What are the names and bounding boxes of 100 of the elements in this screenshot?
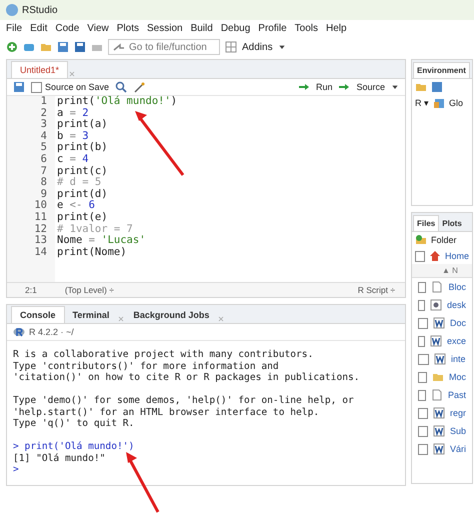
name-column-header[interactable]: ▲ N <box>412 264 472 278</box>
file-name[interactable]: Bloc <box>448 282 466 292</box>
code-line: # 1valor = 7 <box>57 224 134 235</box>
code-line: print(a) <box>57 119 109 131</box>
line-number: 5 <box>40 142 47 154</box>
line-number: 12 <box>33 224 47 235</box>
save-all-icon[interactable] <box>74 41 86 53</box>
file-checkbox[interactable] <box>418 318 428 328</box>
scope-selector[interactable]: (Top Level) ÷ <box>64 285 114 295</box>
menu-item[interactable]: Plots <box>116 23 139 34</box>
close-icon[interactable] <box>117 315 126 323</box>
file-name[interactable]: Moc <box>448 372 466 382</box>
files-tab[interactable]: Files <box>413 215 440 231</box>
command-text: > <box>13 464 20 476</box>
output-text: [1] "Olá mundo!" <box>13 452 106 464</box>
go-to-file-field[interactable]: Go to file/function <box>108 39 220 55</box>
home-icon <box>428 250 441 262</box>
home-link[interactable]: Home <box>444 251 469 261</box>
source-button[interactable]: Source <box>356 82 385 92</box>
file-checkbox[interactable] <box>418 408 428 418</box>
environment-tab[interactable]: Environment <box>413 62 470 78</box>
file-name[interactable]: Past <box>448 390 466 400</box>
menu-item[interactable]: Edit <box>30 23 48 34</box>
line-number: 9 <box>40 188 47 200</box>
save-icon[interactable] <box>13 81 25 93</box>
wand-icon[interactable] <box>133 81 146 93</box>
file-name[interactable]: inte <box>451 354 466 364</box>
r-logo-icon <box>13 326 25 338</box>
menu-item[interactable]: Build <box>190 23 213 34</box>
search-icon[interactable] <box>115 81 128 93</box>
grid-icon[interactable] <box>225 41 237 53</box>
menu-item[interactable]: Profile <box>258 23 287 34</box>
console-tab[interactable]: Terminal <box>64 307 118 323</box>
menu-item[interactable]: Help <box>326 23 347 34</box>
command-text: > print('Olá mundo!') <box>13 441 136 452</box>
addins-menu[interactable]: Addins <box>242 42 273 52</box>
file-name[interactable]: exce <box>446 336 466 346</box>
arrow-icon <box>338 81 350 93</box>
word-document-icon <box>432 317 445 329</box>
menu-item[interactable]: File <box>6 23 22 34</box>
source-on-save-checkbox[interactable] <box>31 82 42 92</box>
menu-item[interactable]: Session <box>147 23 183 34</box>
file-name[interactable]: regr <box>450 408 466 418</box>
file-type-selector[interactable]: R Script ÷ <box>358 285 395 295</box>
file-checkbox[interactable] <box>418 300 425 310</box>
cursor-position: 2:1 <box>25 285 37 295</box>
output-text: Type 'q()' to quit R. <box>13 418 136 430</box>
output-text: 'citation()' on how to cite R or R packages in publications. <box>13 372 361 384</box>
code-line: print('Olá mundo!') <box>57 96 178 108</box>
file-name[interactable]: desk <box>446 300 466 310</box>
line-number: 7 <box>40 166 47 177</box>
select-all-checkbox[interactable] <box>415 250 425 262</box>
window-title: RStudio <box>22 4 58 16</box>
annotation-arrow <box>135 111 184 176</box>
line-number: 8 <box>40 177 47 189</box>
close-icon[interactable] <box>68 70 76 78</box>
output-text: Type 'demo()' for some demos, 'help()' for on-line help, or <box>13 395 355 406</box>
word-document-icon <box>434 353 446 365</box>
code-line: a = 2 <box>57 108 90 119</box>
menu-item[interactable]: Code <box>55 23 80 34</box>
files-tab[interactable]: Plots <box>439 216 465 231</box>
run-button[interactable]: Run <box>316 82 332 92</box>
console-tab[interactable]: Background Jobs <box>125 307 218 323</box>
open-folder-icon[interactable] <box>415 81 427 93</box>
save-icon[interactable] <box>431 81 443 93</box>
new-folder-button[interactable]: Folder <box>431 235 457 245</box>
file-name[interactable]: Sub <box>450 426 466 436</box>
language-selector[interactable]: R ▾ <box>415 98 429 108</box>
file-checkbox[interactable] <box>418 444 428 454</box>
code-line: print(c) <box>57 166 109 177</box>
file-checkbox[interactable] <box>418 282 426 292</box>
caret-icon[interactable] <box>391 83 399 91</box>
file-name[interactable]: Doc <box>450 318 466 328</box>
word-document-icon <box>432 425 445 437</box>
close-icon[interactable] <box>217 315 226 323</box>
code-line: print(Nome) <box>57 246 128 258</box>
new-file-icon[interactable] <box>6 41 18 53</box>
cube-icon <box>433 97 445 109</box>
line-number: 13 <box>33 235 47 247</box>
menu-item[interactable]: Debug <box>220 23 250 34</box>
line-number: 1 <box>40 96 47 108</box>
caret-icon[interactable] <box>278 43 286 51</box>
save-icon[interactable] <box>57 41 69 53</box>
console-tab[interactable]: Console <box>11 306 65 323</box>
line-number: 4 <box>40 130 47 142</box>
rstudio-logo-icon <box>6 4 18 16</box>
annotation-arrow <box>126 452 160 513</box>
editor-tab[interactable]: Untitled1* <box>11 61 68 78</box>
menu-item[interactable]: View <box>87 23 109 34</box>
file-checkbox[interactable] <box>418 372 427 382</box>
open-folder-icon[interactable] <box>40 41 52 53</box>
file-checkbox[interactable] <box>418 390 426 400</box>
file-name[interactable]: Vári <box>450 444 466 454</box>
menu-item[interactable]: Tools <box>294 23 318 34</box>
code-line: Nome = 'Lucas' <box>57 235 147 247</box>
code-line: print(d) <box>57 188 109 200</box>
file-checkbox[interactable] <box>418 426 428 436</box>
file-checkbox[interactable] <box>418 354 429 364</box>
environment-selector[interactable]: Glo <box>449 98 464 108</box>
file-checkbox[interactable] <box>418 336 425 346</box>
